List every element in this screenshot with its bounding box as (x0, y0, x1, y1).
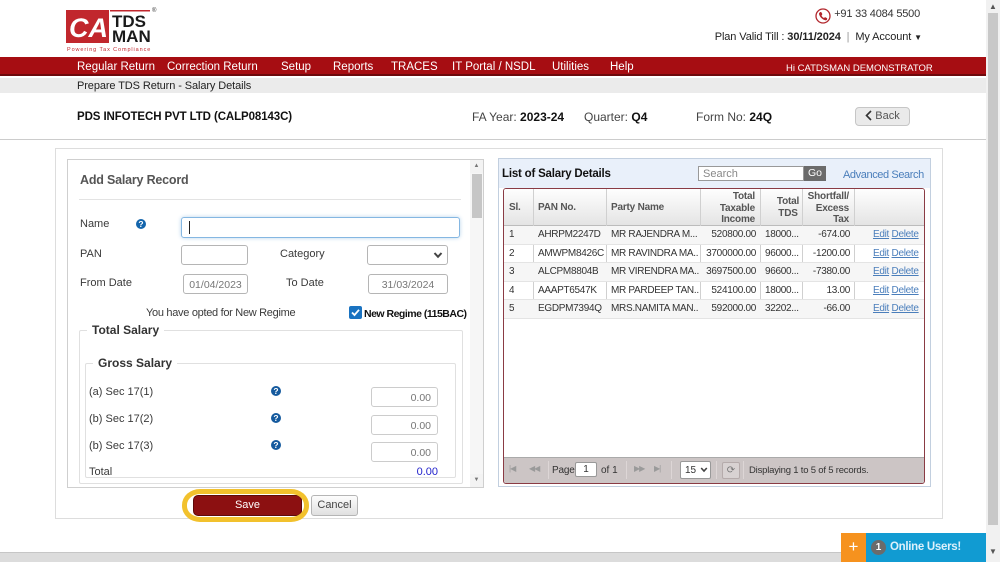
svg-text:MAN: MAN (112, 27, 151, 46)
svg-text:CA: CA (69, 13, 108, 43)
svg-text:®: ® (152, 7, 157, 14)
svg-text:Powering Tax Compliance: Powering Tax Compliance (67, 47, 151, 53)
